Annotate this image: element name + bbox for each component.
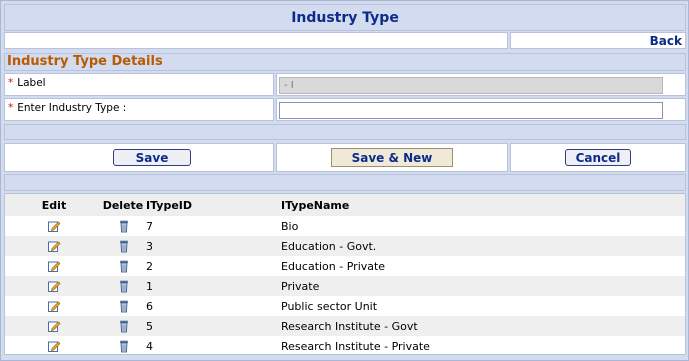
itypeid-cell: 7 <box>146 219 153 233</box>
delete-cell <box>102 316 146 336</box>
edit-icon[interactable] <box>47 339 61 353</box>
save-button-cell: Save <box>4 143 274 172</box>
delete-cell <box>102 296 146 316</box>
delete-cell <box>102 256 146 276</box>
save-new-button-cell: Save & New <box>276 143 508 172</box>
itypeid-cell: 4 <box>146 339 153 353</box>
industry-field-label: Enter Industry Type : <box>17 102 127 114</box>
table-row: 2 Education - Private <box>5 256 685 276</box>
delete-cell <box>102 216 146 236</box>
edit-icon[interactable] <box>47 219 61 233</box>
table-row: 6 Public sector Unit <box>5 296 685 316</box>
itypename-cell: Education - Private <box>281 259 386 273</box>
divider-band <box>4 124 686 140</box>
edit-cell <box>39 316 69 336</box>
industry-type-table: Edit Delete ITypeID ITypeName 7 Bio 3 Educa… <box>4 193 686 355</box>
save-and-new-button[interactable]: Save & New <box>331 148 453 167</box>
column-header-itypename: ITypeName <box>281 198 350 212</box>
back-row-spacer <box>4 32 508 49</box>
cancel-button-cell: Cancel <box>510 143 686 172</box>
itypename-cell: Research Institute - Govt <box>281 319 418 333</box>
cancel-button[interactable]: Cancel <box>565 149 631 166</box>
edit-icon[interactable] <box>47 239 61 253</box>
edit-cell <box>39 276 69 296</box>
required-mark: * <box>8 102 14 114</box>
industry-field-label-cell: * Enter Industry Type : <box>4 98 274 121</box>
delete-cell <box>102 276 146 296</box>
table-header: Edit Delete ITypeID ITypeName <box>5 194 685 216</box>
industry-field-cell <box>276 98 686 121</box>
label-field-cell <box>276 73 686 96</box>
delete-icon[interactable] <box>117 299 131 313</box>
delete-cell <box>102 336 146 356</box>
back-link[interactable]: Back <box>650 34 682 48</box>
column-header-itypeid: ITypeID <box>146 198 193 212</box>
itypeid-cell: 5 <box>146 319 153 333</box>
label-field-label: Label <box>17 77 46 89</box>
table-row: 1 Private <box>5 276 685 296</box>
edit-cell <box>39 336 69 356</box>
delete-icon[interactable] <box>117 319 131 333</box>
itypename-cell: Public sector Unit <box>281 299 378 313</box>
delete-icon[interactable] <box>117 279 131 293</box>
itypename-cell: Bio <box>281 219 299 233</box>
itypeid-cell: 2 <box>146 259 153 273</box>
page-title: Industry Type <box>291 9 399 26</box>
table-row: 7 Bio <box>5 216 685 236</box>
save-button[interactable]: Save <box>113 149 191 166</box>
itypename-cell: Education - Govt. <box>281 239 377 253</box>
back-cell: Back <box>510 32 686 49</box>
edit-cell <box>39 256 69 276</box>
delete-icon[interactable] <box>117 219 131 233</box>
edit-cell <box>39 236 69 256</box>
table-row: 3 Education - Govt. <box>5 236 685 256</box>
delete-cell <box>102 236 146 256</box>
edit-icon[interactable] <box>47 319 61 333</box>
grid-top-band <box>4 174 686 191</box>
delete-icon[interactable] <box>117 339 131 353</box>
itypename-cell: Research Institute - Private <box>281 339 430 353</box>
itypeid-cell: 6 <box>146 299 153 313</box>
required-mark: * <box>8 77 14 89</box>
page-title-bar: Industry Type <box>4 4 686 31</box>
table-row: 5 Research Institute - Govt <box>5 316 685 336</box>
itypename-cell: Private <box>281 279 320 293</box>
delete-icon[interactable] <box>117 239 131 253</box>
label-field-input[interactable] <box>279 77 663 94</box>
column-header-delete: Delete <box>102 198 144 212</box>
itypeid-cell: 3 <box>146 239 153 253</box>
table-row: 4 Research Institute - Private <box>5 336 685 356</box>
edit-cell <box>39 296 69 316</box>
edit-cell <box>39 216 69 236</box>
edit-icon[interactable] <box>47 299 61 313</box>
itypeid-cell: 1 <box>146 279 153 293</box>
edit-icon[interactable] <box>47 259 61 273</box>
page-frame: Industry Type Back Industry Type Details… <box>0 0 689 361</box>
column-header-edit: Edit <box>41 198 67 212</box>
section-header: Industry Type Details <box>4 53 686 71</box>
industry-type-input[interactable] <box>279 102 663 119</box>
label-field-label-cell: * Label <box>4 73 274 96</box>
edit-icon[interactable] <box>47 279 61 293</box>
delete-icon[interactable] <box>117 259 131 273</box>
